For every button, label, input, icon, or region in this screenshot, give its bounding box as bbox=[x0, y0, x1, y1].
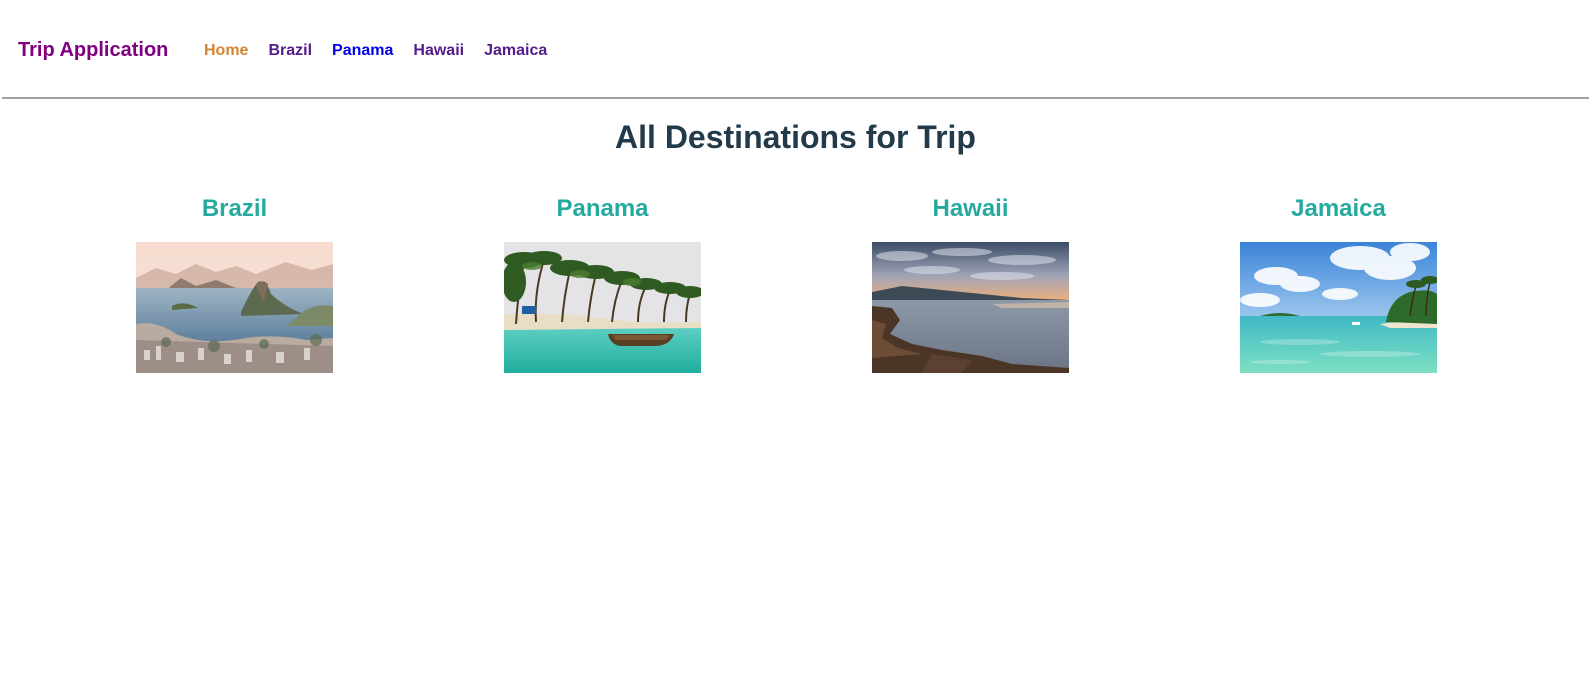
sunset-coast-photo bbox=[872, 242, 1069, 373]
destination-title-hawaii[interactable]: Hawaii bbox=[932, 194, 1008, 224]
nav-link-hawaii[interactable]: Hawaii bbox=[413, 42, 464, 60]
nav-link-panama[interactable]: Panama bbox=[332, 42, 393, 60]
palm-beach-photo bbox=[504, 242, 701, 373]
destination-card-hawaii: Hawaii bbox=[784, 194, 1157, 373]
nav-link-jamaica[interactable]: Jamaica bbox=[484, 42, 547, 60]
panama-image[interactable] bbox=[504, 242, 701, 373]
hawaii-image[interactable] bbox=[872, 242, 1069, 373]
destination-title-panama[interactable]: Panama bbox=[556, 194, 648, 224]
destinations-grid: Brazil Panama Hawaii Jamaica bbox=[0, 194, 1591, 373]
brazil-image[interactable] bbox=[136, 242, 333, 373]
destination-card-jamaica: Jamaica bbox=[1152, 194, 1525, 373]
nav-link-home[interactable]: Home bbox=[204, 42, 248, 60]
destination-card-panama: Panama bbox=[416, 194, 789, 373]
destination-title-brazil[interactable]: Brazil bbox=[202, 194, 267, 224]
jamaica-image[interactable] bbox=[1240, 242, 1437, 373]
destination-card-brazil: Brazil bbox=[48, 194, 421, 373]
rio-bay-photo bbox=[136, 242, 333, 373]
nav-link-brazil[interactable]: Brazil bbox=[268, 42, 312, 60]
tropical-lagoon-photo bbox=[1240, 242, 1437, 373]
nav-links: Home Brazil Panama Hawaii Jamaica bbox=[204, 42, 567, 60]
brand-link[interactable]: Trip Application bbox=[18, 38, 168, 62]
destination-title-jamaica[interactable]: Jamaica bbox=[1291, 194, 1386, 224]
navbar: Trip Application Home Brazil Panama Hawa… bbox=[2, 0, 1589, 99]
page-title: All Destinations for Trip bbox=[615, 119, 976, 155]
